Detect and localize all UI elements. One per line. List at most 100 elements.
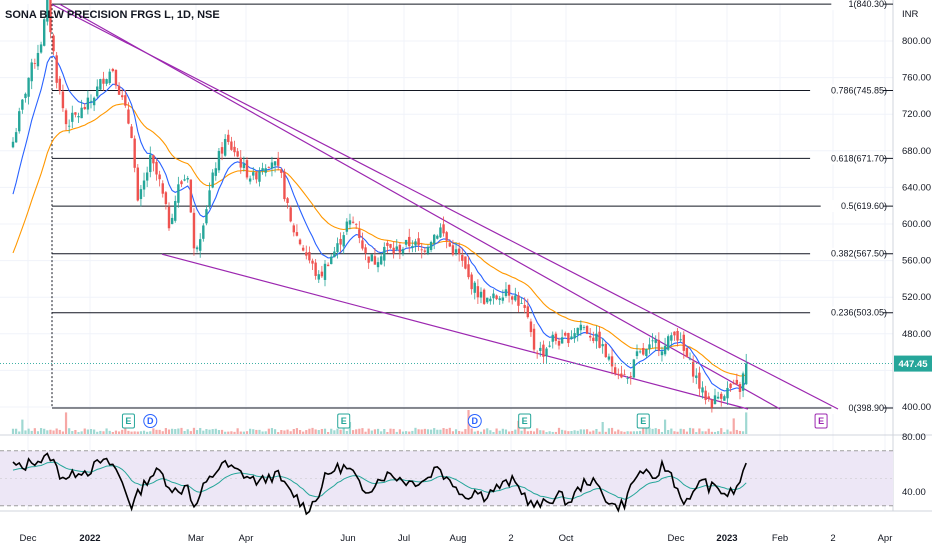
candle-body	[564, 332, 567, 336]
candle-body	[14, 132, 18, 143]
candle-body	[386, 242, 389, 246]
volume-bar	[679, 428, 682, 434]
volume-bar	[698, 428, 701, 434]
volume-bar	[642, 428, 645, 434]
volume-bar	[158, 429, 161, 434]
candle-body	[18, 111, 21, 132]
time-axis-label: Jun	[340, 533, 355, 544]
volume-bar	[741, 431, 745, 434]
volume-bar	[105, 428, 108, 434]
price-tick-label: 800.00	[902, 36, 931, 47]
candle-body	[199, 239, 202, 251]
volume-bar	[258, 429, 261, 434]
candle-body	[133, 138, 136, 168]
volume-bar	[495, 428, 498, 434]
candle-body	[629, 375, 632, 377]
candle-body	[342, 235, 345, 247]
candle-body	[529, 321, 533, 333]
candle-body	[11, 141, 15, 148]
volume-bar	[520, 430, 523, 434]
volume-bar	[89, 429, 93, 434]
candle-body	[242, 163, 246, 169]
candle-body	[507, 284, 511, 296]
candle-body	[77, 116, 80, 118]
volume-bar	[573, 430, 576, 434]
candle-body	[258, 171, 261, 182]
candle-body	[379, 256, 383, 265]
event-marker-label: E	[818, 416, 824, 426]
candle-body	[358, 229, 361, 239]
volume-bar	[117, 431, 121, 434]
volume-bar	[635, 431, 639, 434]
volume-bar	[152, 428, 155, 434]
volume-bar	[570, 431, 573, 434]
candle-body	[667, 336, 670, 350]
time-axis-label: 2	[830, 533, 835, 544]
volume-bar	[146, 431, 149, 434]
candle-body	[467, 264, 470, 278]
candle-body	[741, 373, 745, 391]
rsi-tick-label: 40.00	[902, 487, 926, 498]
volume-bar	[723, 432, 726, 434]
volume-bar	[255, 429, 258, 434]
candle-body	[429, 241, 433, 251]
price-tick-label: 680.00	[902, 146, 931, 157]
candle-body	[713, 395, 717, 405]
volume-bar	[489, 430, 492, 434]
candle-body	[548, 345, 551, 347]
candle-body	[189, 179, 193, 213]
candle-body	[305, 252, 308, 256]
candle-body	[289, 207, 292, 222]
candle-body	[698, 372, 701, 389]
volume-bar	[52, 430, 55, 434]
volume-bar	[745, 412, 748, 434]
candle-body	[489, 298, 492, 302]
candle-body	[554, 333, 558, 341]
volume-bar	[292, 429, 295, 434]
time-axis-label: 2	[508, 533, 513, 544]
volume-bar	[479, 431, 483, 434]
volume-bar	[701, 431, 704, 434]
candle-body	[610, 356, 614, 367]
candle-body	[648, 344, 651, 350]
candle-body	[542, 344, 545, 357]
candle-body	[280, 170, 283, 173]
volume-bar	[461, 431, 464, 434]
candle-body	[21, 99, 24, 110]
candle-body	[423, 250, 427, 252]
candle-body	[592, 337, 595, 341]
candle-body	[401, 248, 405, 254]
volume-bar	[604, 431, 607, 434]
volume-bar	[83, 428, 86, 434]
candle-body	[451, 245, 455, 255]
candle-body	[504, 289, 508, 297]
volume-bar	[136, 431, 139, 434]
candlestick-chart[interactable]: 1(840.30) 0.786(745.85) 0.618(671.70) 0.5(6…	[0, 0, 932, 550]
candle-body	[389, 244, 392, 248]
volume-bar	[389, 428, 392, 434]
candle-body	[267, 167, 271, 168]
volume-bar	[220, 429, 224, 434]
volume-bar	[464, 429, 467, 434]
candle-body	[676, 330, 679, 341]
candle-body	[361, 240, 364, 249]
volume-bar	[164, 428, 167, 434]
candle-body	[535, 352, 539, 354]
volume-bar	[567, 431, 570, 434]
time-axis-label: Dec	[668, 533, 685, 544]
candle-body	[298, 239, 302, 245]
candle-body	[707, 396, 710, 399]
candle-body	[479, 291, 483, 298]
candle-body	[745, 363, 748, 385]
volume-bar	[542, 430, 545, 434]
candle-body	[395, 246, 398, 250]
candle-body	[177, 184, 180, 203]
volume-bar	[186, 429, 189, 434]
volume-bar	[139, 431, 143, 434]
volume-bar	[536, 428, 539, 434]
volume-bar	[682, 429, 685, 434]
candle-body	[136, 167, 139, 201]
candle-body	[227, 134, 230, 143]
candle-body	[651, 340, 654, 342]
volume-bar	[283, 430, 286, 434]
